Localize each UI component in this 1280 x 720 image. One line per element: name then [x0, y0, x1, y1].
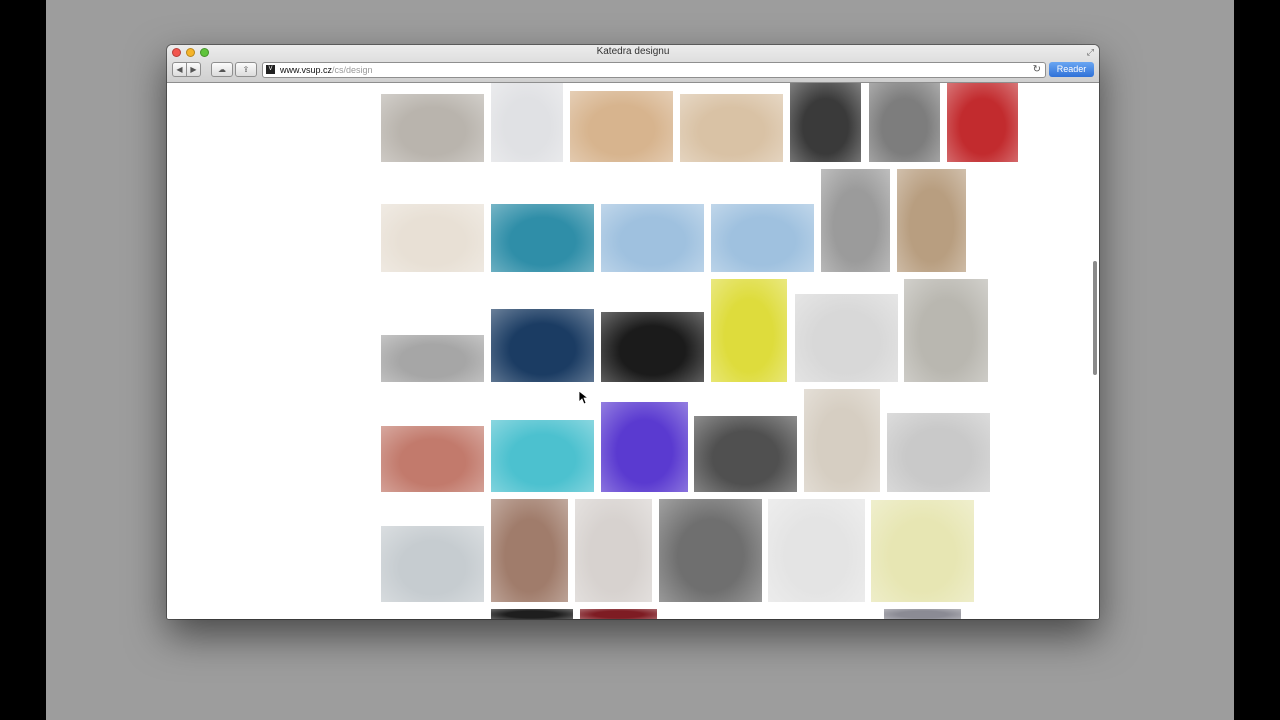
gallery-thumbnail[interactable] — [711, 204, 814, 272]
forward-arrow-icon: ▶ — [190, 65, 197, 74]
gallery-thumbnail[interactable] — [575, 499, 652, 602]
reader-button[interactable]: Reader — [1049, 62, 1094, 77]
gallery-thumbnail[interactable] — [711, 279, 787, 382]
gallery-thumbnail[interactable] — [768, 499, 865, 602]
back-button[interactable]: ◀ — [172, 62, 187, 77]
mouse-pointer-icon — [579, 391, 589, 405]
window-title: Katedra designu — [596, 46, 670, 57]
share-button[interactable]: ⇪ — [235, 62, 257, 77]
gallery-thumbnail[interactable] — [491, 309, 594, 382]
gallery-thumbnail[interactable] — [659, 499, 762, 602]
gallery-thumbnail[interactable] — [601, 402, 688, 492]
back-arrow-icon: ◀ — [176, 65, 183, 74]
browser-window: Katedra designu ⤢ ◀ ▶ ☁ ⇪ V www.vsup.cz/… — [167, 45, 1099, 619]
gallery-thumbnail[interactable] — [491, 83, 563, 162]
gallery-thumbnail[interactable] — [491, 609, 573, 619]
share-icon: ⇪ — [242, 65, 250, 74]
icloud-tabs-button[interactable]: ☁ — [211, 62, 233, 77]
url-text: www.vsup.cz/cs/design — [280, 63, 373, 77]
gallery-thumbnail[interactable] — [821, 169, 890, 272]
gallery-thumbnail[interactable] — [491, 499, 568, 602]
gallery-thumbnail[interactable] — [381, 426, 484, 492]
page-content — [167, 83, 1099, 619]
reload-icon[interactable]: ↻ — [1033, 63, 1041, 77]
gallery-thumbnail[interactable] — [871, 500, 974, 602]
title-bar: Katedra designu ⤢ ◀ ▶ ☁ ⇪ V www.vsup.cz/… — [167, 45, 1099, 83]
gallery-thumbnail[interactable] — [601, 204, 704, 272]
gallery-thumbnail[interactable] — [381, 94, 484, 162]
gallery-thumbnail[interactable] — [601, 312, 704, 382]
gallery-thumbnail[interactable] — [884, 609, 961, 619]
url-host: www.vsup.cz — [280, 65, 333, 75]
url-path: /cs/design — [332, 65, 373, 75]
gallery-thumbnail[interactable] — [381, 335, 484, 382]
gallery-thumbnail[interactable] — [869, 83, 940, 162]
site-favicon-icon: V — [266, 65, 275, 74]
gallery-thumbnail[interactable] — [580, 609, 657, 619]
gallery-thumbnail[interactable] — [897, 169, 966, 272]
cloud-icon: ☁ — [218, 65, 226, 74]
gallery-thumbnail[interactable] — [491, 204, 594, 272]
gallery-thumbnail[interactable] — [947, 83, 1018, 162]
forward-button[interactable]: ▶ — [186, 62, 201, 77]
address-bar[interactable]: V www.vsup.cz/cs/design ↻ — [262, 62, 1046, 78]
gallery-thumbnail[interactable] — [680, 94, 783, 162]
gallery-thumbnail[interactable] — [804, 389, 880, 492]
gallery-thumbnail[interactable] — [694, 416, 797, 492]
vertical-scrollbar[interactable] — [1093, 261, 1097, 375]
gallery-thumbnail[interactable] — [795, 294, 898, 382]
gallery-thumbnail[interactable] — [790, 83, 861, 162]
gallery-thumbnail[interactable] — [381, 526, 484, 602]
gallery-thumbnail[interactable] — [381, 204, 484, 272]
gallery-thumbnail[interactable] — [570, 91, 673, 162]
fullscreen-icon[interactable]: ⤢ — [1087, 47, 1094, 58]
gallery-thumbnail[interactable] — [904, 279, 988, 382]
gallery-thumbnail[interactable] — [491, 420, 594, 492]
gallery-thumbnail[interactable] — [887, 413, 990, 492]
